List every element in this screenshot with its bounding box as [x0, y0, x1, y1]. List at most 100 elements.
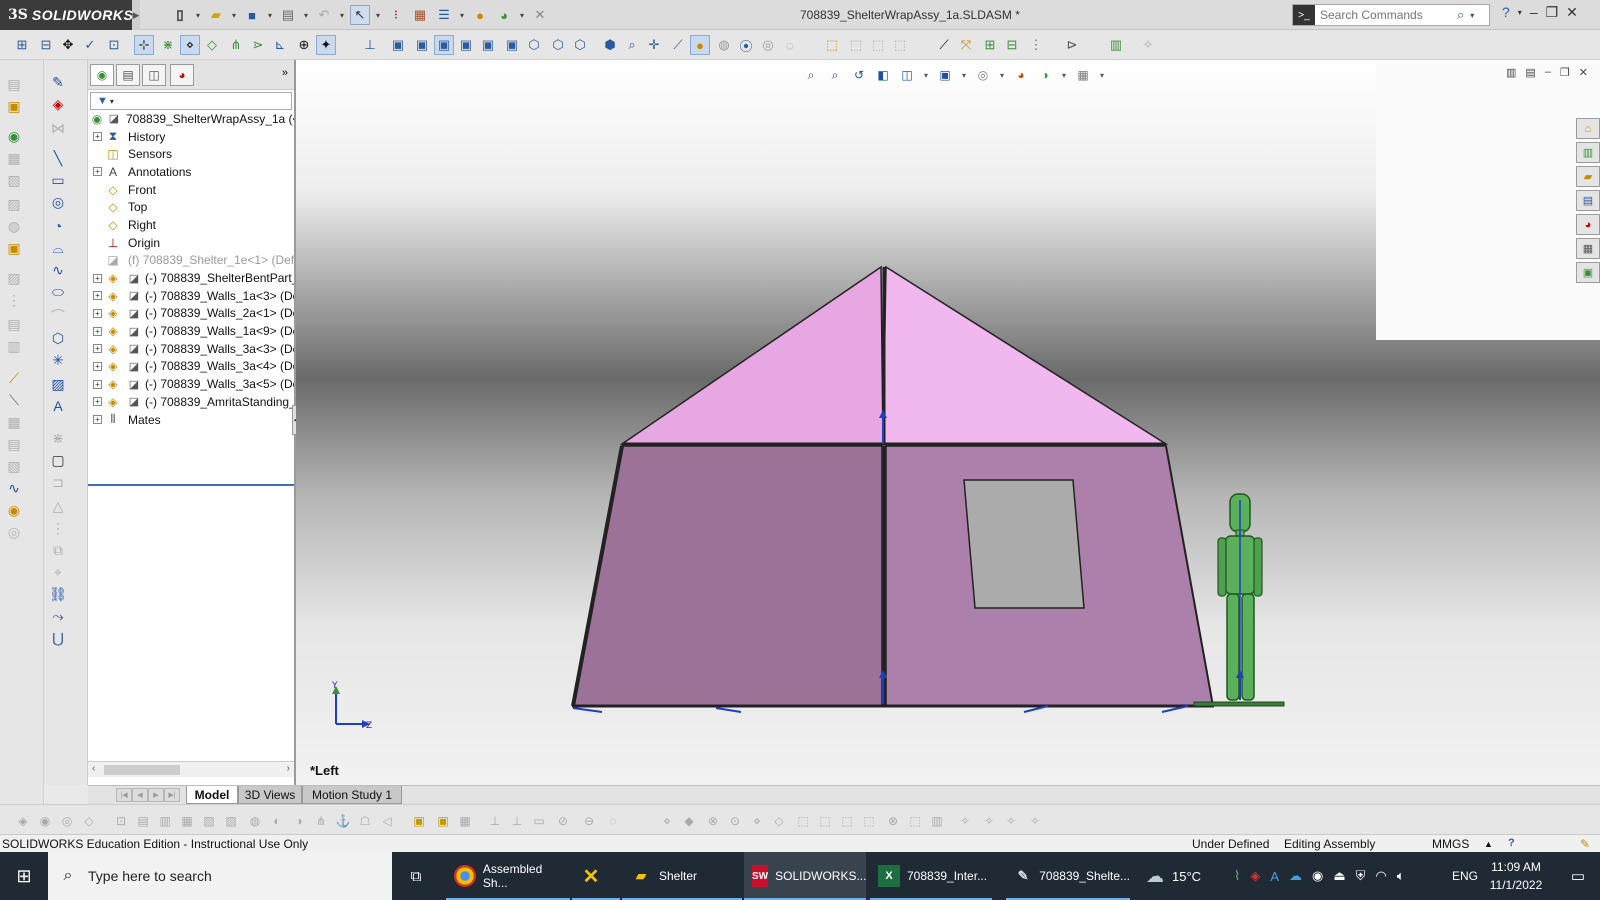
sketch-perpendicular-icon[interactable]: ⊾ — [270, 35, 290, 55]
taskbar-search-box[interactable]: ⌕ Type here to search — [48, 852, 392, 900]
tree-horizontal-scrollbar[interactable]: ‹ › — [88, 761, 294, 777]
tree-item[interactable]: + ◈ ◪ (-) 708839_Walls_3a<4> (Def — [88, 358, 294, 376]
bottom-toolbar-tool-icon[interactable]: ▦ — [178, 812, 196, 830]
sketch-icon[interactable]: ✎ — [48, 72, 68, 92]
appearance-sphere-icon[interactable]: ● — [470, 5, 490, 25]
interference-icon[interactable]: ⊟ — [1002, 35, 1022, 55]
wifi-icon[interactable]: ◠ — [1375, 868, 1386, 884]
usb-icon[interactable]: ⏏ — [1333, 868, 1345, 884]
pan-icon[interactable]: ✛ — [644, 35, 664, 55]
quick-help-icon[interactable]: ? — [1508, 837, 1515, 849]
bottom-toolbar-tool-icon[interactable]: ✧ — [956, 812, 974, 830]
bottom-toolbar-tool-icon[interactable]: ▣ — [410, 812, 428, 830]
smart-fasteners-icon[interactable]: ⊡ — [104, 35, 124, 55]
bottom-toolbar-tool-icon[interactable]: ☖ — [356, 812, 374, 830]
filter-dropdown-icon[interactable]: ▾ — [110, 97, 114, 106]
units-dropdown-icon[interactable]: ▲ — [1484, 839, 1493, 849]
text-tool-icon[interactable]: A — [48, 396, 68, 416]
taskbar-app-paint[interactable]: ✎ 708839_Shelte... — [1006, 852, 1130, 900]
large-assembly-icon[interactable]: ⬚ — [868, 35, 888, 55]
back-view-icon[interactable]: ▣ — [412, 35, 432, 55]
expand-toggle-icon[interactable]: + — [93, 291, 102, 301]
edit-component-icon[interactable]: ▤ — [4, 74, 24, 94]
expand-toggle-icon[interactable]: + — [93, 397, 102, 407]
measure-icon[interactable]: ⟋ — [668, 35, 688, 55]
surface-tool-icon[interactable]: ◎ — [4, 522, 24, 542]
scenes-icon[interactable]: ◕ — [494, 5, 514, 25]
rebuild-icon[interactable]: ⁝ — [386, 5, 406, 25]
bottom-toolbar-tool-icon[interactable]: ⬚ — [906, 812, 924, 830]
last-tab-icon[interactable]: ▶| — [164, 788, 180, 802]
shadows-icon[interactable]: ◍ — [714, 35, 734, 55]
snap-grid-icon[interactable]: ⊹ — [134, 35, 154, 55]
simplify-icon[interactable]: ⬚ — [890, 35, 910, 55]
sketch-midpoint-icon[interactable]: ⋔ — [226, 35, 246, 55]
arc-icon[interactable]: ◔ — [48, 216, 68, 236]
options-icon[interactable]: ☰ — [434, 5, 454, 25]
linear-sketch-pattern-icon[interactable]: ⋮ — [48, 518, 68, 538]
filter-icon[interactable]: ▼ — [97, 95, 108, 107]
bottom-toolbar-tool-icon[interactable]: ✧ — [980, 812, 998, 830]
sheet-metal-icon[interactable]: ◉ — [4, 500, 24, 520]
show-hidden-icon[interactable]: ◍ — [4, 216, 24, 236]
bottom-toolbar-tool-icon[interactable]: ◐ — [268, 812, 286, 830]
tree-item[interactable]: + ◈ ◪ (-) 708839_AmritaStanding_ — [88, 393, 294, 411]
exploded-view-icon[interactable]: ▥ — [4, 336, 24, 356]
tree-item[interactable]: + ◈ ◪ (-) 708839_Walls_3a<5> (Def — [88, 375, 294, 393]
taskbar-app-excel[interactable]: X 708839_Inter... — [870, 852, 992, 900]
select-dropdown-icon[interactable]: ▾ — [374, 5, 382, 25]
tree-item[interactable]: ◫ Sensors — [88, 145, 294, 163]
property-manager-tab-icon[interactable]: ▤ — [116, 64, 140, 86]
offset-entities-icon[interactable]: ⊐ — [48, 472, 68, 492]
assembly-feature-icon[interactable]: ▣ — [4, 238, 24, 258]
convert-entities-icon[interactable]: ▢ — [48, 450, 68, 470]
taskbar-app-folder[interactable]: ▰ Shelter — [622, 852, 742, 900]
feature-tree-tab-icon[interactable]: ◉ — [90, 64, 114, 86]
bottom-toolbar-tool-icon[interactable]: ▧ — [200, 812, 218, 830]
bottom-toolbar-tool-icon[interactable]: ◍ — [246, 812, 264, 830]
trim-icon[interactable]: ⋇ — [48, 428, 68, 448]
bottom-toolbar-tool-icon[interactable]: ▥ — [928, 812, 946, 830]
bottom-toolbar-tool-icon[interactable]: ⋄ — [748, 812, 766, 830]
mirror-entities-icon[interactable]: ⋈ — [48, 118, 68, 138]
rollback-bar[interactable] — [88, 484, 294, 486]
bottom-toolbar-tool-icon[interactable]: ◑ — [290, 812, 308, 830]
solidworks-logo[interactable]: 3S SOLIDWORKS — [0, 0, 133, 30]
new-dropdown-icon[interactable]: ▾ — [194, 5, 202, 25]
webcam-icon[interactable]: ◉ — [1312, 868, 1323, 884]
windows-start-icon[interactable]: ⊞ — [0, 852, 48, 900]
bottom-toolbar-tool-icon[interactable]: ◈ — [14, 812, 32, 830]
sketch-quadrant-icon[interactable]: ⊕ — [294, 35, 314, 55]
search-commands-box[interactable]: >_ ⌕ ▾ — [1292, 4, 1490, 26]
bottom-toolbar-tool-icon[interactable]: ▥ — [156, 812, 174, 830]
addins-icon[interactable]: ✧ — [1138, 35, 1158, 55]
task-view-icon[interactable]: ⧉ — [396, 852, 436, 900]
centerline-icon[interactable]: ▨ — [48, 374, 68, 394]
mate-icon[interactable]: ⊟ — [36, 35, 56, 55]
bottom-toolbar-tool-icon[interactable]: ◇ — [770, 812, 788, 830]
right-view-icon[interactable]: ▣ — [456, 35, 476, 55]
edit-appearance-icon[interactable]: ◌ — [780, 35, 800, 55]
display-relations-icon[interactable]: ⌖ — [48, 562, 68, 582]
insert-component-icon[interactable]: ▣ — [4, 96, 24, 116]
update-speedpak-icon[interactable]: ⟍ — [4, 390, 24, 410]
bottom-toolbar-tool-icon[interactable]: ⊡ — [112, 812, 130, 830]
tree-item[interactable]: + ◈ ◪ (-) 708839_Walls_1a<9> (Def — [88, 322, 294, 340]
configuration-manager-tab-icon[interactable]: ◫ — [142, 64, 166, 86]
linear-pattern-icon[interactable]: ⋮ — [1026, 35, 1046, 55]
sketch-point-icon[interactable]: ◇ — [202, 35, 222, 55]
assembly-features-icon[interactable]: ⊞ — [980, 35, 1000, 55]
language-indicator[interactable]: ENG — [1452, 852, 1478, 900]
expand-toggle-icon[interactable]: + — [93, 326, 102, 336]
dimetric-view-icon[interactable]: ⬡ — [570, 35, 590, 55]
azure-icon[interactable]: A — [1270, 869, 1279, 884]
rectangle-icon[interactable]: ▭ — [48, 170, 68, 190]
search-commands-input[interactable] — [1315, 8, 1455, 22]
new-motion-study-icon[interactable]: ⋮ — [4, 290, 24, 310]
bottom-toolbar-tool-icon[interactable]: ✧ — [1002, 812, 1020, 830]
rebuild-status-icon[interactable]: ✎ — [1580, 837, 1590, 851]
isometric-view-icon[interactable]: ⬡ — [524, 35, 544, 55]
next-tab-icon[interactable]: ▶ — [148, 788, 164, 802]
bottom-toolbar-tool-icon[interactable]: ⊙ — [726, 812, 744, 830]
tree-item[interactable]: + ◈ ◪ (-) 708839_Walls_2a<1> (Def — [88, 305, 294, 323]
